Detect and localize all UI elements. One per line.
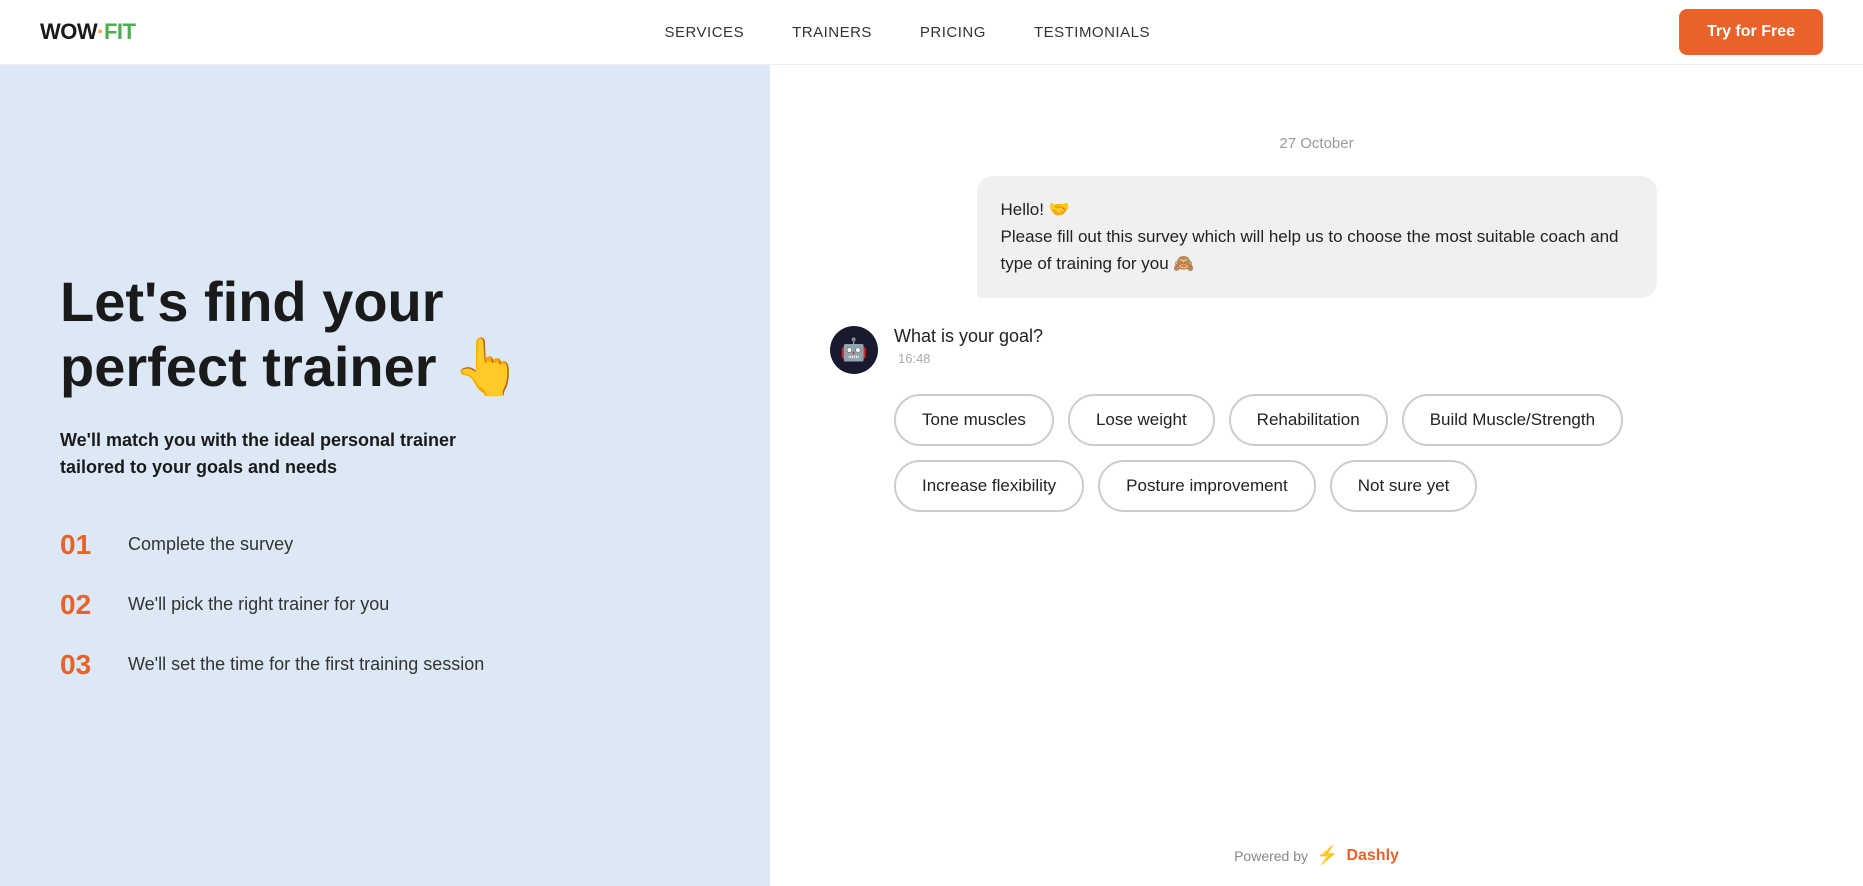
hero-title: Let's find your perfect trainer 👆 xyxy=(60,270,710,399)
dashly-icon: ⚡ xyxy=(1316,845,1338,866)
logo[interactable]: WOW·FIT xyxy=(40,19,135,45)
step-3: 03 We'll set the time for the first trai… xyxy=(60,649,710,681)
step-2-number: 02 xyxy=(60,589,108,621)
hero-subtitle: We'll match you with the ideal personal … xyxy=(60,427,480,481)
try-free-button[interactable]: Try for Free xyxy=(1679,9,1823,55)
step-2-text: We'll pick the right trainer for you xyxy=(128,594,389,615)
bot-avatar: 🤖 xyxy=(830,326,878,374)
nav-trainers[interactable]: TRAINERS xyxy=(792,24,872,41)
logo-fit: FIT xyxy=(104,19,136,44)
right-panel: 27 October Hello! 🤝 Please fill out this… xyxy=(770,65,1863,886)
bot-question-text: What is your goal? xyxy=(894,326,1043,347)
goal-options-container: Tone muscles Lose weight Rehabilitation … xyxy=(894,394,1803,512)
logo-wow: WOW xyxy=(40,19,97,44)
goal-posture-improvement[interactable]: Posture improvement xyxy=(1098,460,1316,512)
goal-build-muscle[interactable]: Build Muscle/Strength xyxy=(1402,394,1623,446)
dashly-brand: Dashly xyxy=(1346,847,1398,865)
step-2: 02 We'll pick the right trainer for you xyxy=(60,589,710,621)
main-nav: SERVICES TRAINERS PRICING TESTIMONIALS xyxy=(664,24,1149,41)
chat-date: 27 October xyxy=(830,135,1803,152)
goal-lose-weight[interactable]: Lose weight xyxy=(1068,394,1215,446)
bot-question-row: 🤖 What is your goal? 16:48 xyxy=(830,326,1803,374)
step-1-number: 01 xyxy=(60,529,108,561)
left-panel: Let's find your perfect trainer 👆 We'll … xyxy=(0,65,770,886)
steps-list: 01 Complete the survey 02 We'll pick the… xyxy=(60,529,710,681)
bot-message-time: 16:48 xyxy=(898,351,1043,366)
goal-tone-muscles[interactable]: Tone muscles xyxy=(894,394,1054,446)
step-3-text: We'll set the time for the first trainin… xyxy=(128,654,484,675)
bot-question-block: What is your goal? 16:48 xyxy=(894,326,1043,366)
powered-by: Powered by ⚡ Dashly xyxy=(830,845,1803,866)
step-1: 01 Complete the survey xyxy=(60,529,710,561)
powered-by-label: Powered by xyxy=(1234,848,1308,864)
step-1-text: Complete the survey xyxy=(128,534,293,555)
header: WOW·FIT SERVICES TRAINERS PRICING TESTIM… xyxy=(0,0,1863,65)
nav-pricing[interactable]: PRICING xyxy=(920,24,986,41)
step-3-number: 03 xyxy=(60,649,108,681)
nav-testimonials[interactable]: TESTIMONIALS xyxy=(1034,24,1150,41)
goal-increase-flexibility[interactable]: Increase flexibility xyxy=(894,460,1084,512)
nav-services[interactable]: SERVICES xyxy=(664,24,744,41)
main-content: Let's find your perfect trainer 👆 We'll … xyxy=(0,65,1863,886)
goal-rehabilitation[interactable]: Rehabilitation xyxy=(1229,394,1388,446)
bot-greeting-bubble: Hello! 🤝 Please fill out this survey whi… xyxy=(977,176,1657,298)
goal-not-sure-yet[interactable]: Not sure yet xyxy=(1330,460,1478,512)
